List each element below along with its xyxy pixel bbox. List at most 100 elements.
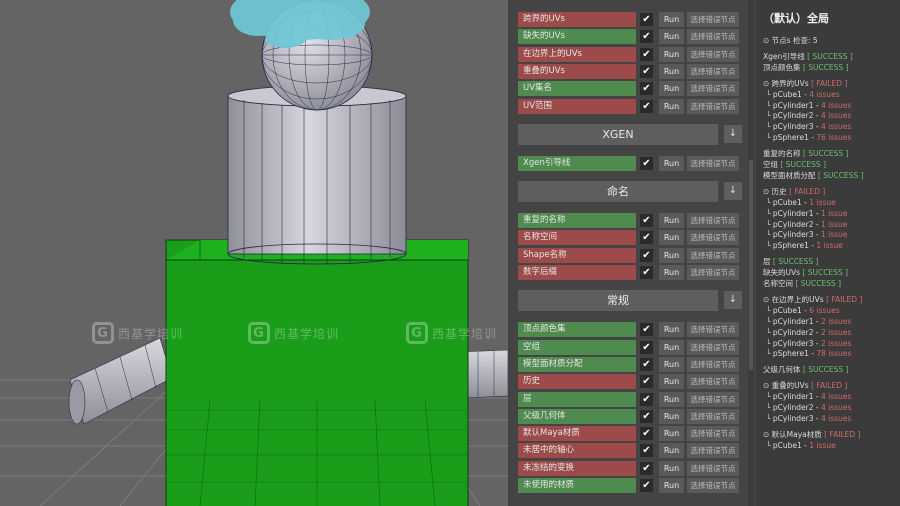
check-checkbox[interactable]: ✔: [640, 156, 653, 170]
run-button[interactable]: Run: [659, 230, 684, 246]
run-button[interactable]: Run: [659, 63, 684, 79]
select-error-nodes-button[interactable]: 选择错误节点: [687, 460, 739, 476]
maya-viewport[interactable]: G 西基学培训 G 西基学培训 G 西基学培训: [0, 0, 508, 506]
run-button[interactable]: Run: [659, 426, 684, 442]
run-button[interactable]: Run: [659, 29, 684, 45]
check-label: 在边界上的UVs: [518, 46, 636, 62]
result-text: 空组: [763, 160, 781, 169]
check-checkbox[interactable]: ✔: [640, 214, 653, 228]
check-checkbox[interactable]: ✔: [640, 340, 653, 354]
check-checkbox[interactable]: ✔: [640, 99, 653, 113]
collapse-arrow-icon[interactable]: ↓: [724, 291, 742, 310]
check-checkbox[interactable]: ✔: [640, 231, 653, 245]
run-button[interactable]: Run: [659, 46, 684, 62]
section-header[interactable]: XGEN: [518, 123, 718, 145]
select-error-nodes-button[interactable]: 选择错误节点: [687, 213, 739, 229]
section-header[interactable]: 命名: [518, 181, 718, 203]
section-header[interactable]: 常规: [518, 290, 718, 312]
select-error-nodes-button[interactable]: 选择错误节点: [687, 98, 739, 114]
result-text: 模型面材质分配: [763, 170, 818, 180]
check-checkbox[interactable]: ✔: [640, 248, 653, 262]
check-checkbox[interactable]: ✔: [640, 392, 653, 406]
select-error-nodes-button[interactable]: 选择错误节点: [687, 391, 739, 407]
run-button[interactable]: Run: [659, 155, 684, 171]
select-error-nodes-button[interactable]: 选择错误节点: [687, 81, 739, 97]
check-checkbox[interactable]: ✔: [640, 266, 653, 279]
check-checkbox[interactable]: ✔: [640, 427, 653, 441]
run-button[interactable]: Run: [659, 478, 684, 493]
result-issue-line: └ pCylinder1 - 4 issues: [766, 101, 851, 111]
select-error-nodes-button[interactable]: 选择错误节点: [687, 12, 739, 27]
select-error-nodes-button[interactable]: 选择错误节点: [687, 230, 739, 246]
check-checkbox[interactable]: ✔: [640, 461, 653, 475]
run-button[interactable]: Run: [659, 247, 684, 263]
check-checkbox[interactable]: ✔: [640, 82, 653, 96]
run-button[interactable]: Run: [659, 356, 684, 372]
run-button[interactable]: Run: [659, 374, 684, 390]
result-text: 顶点颜色集: [763, 62, 803, 72]
left-arm-cylinder: [68, 337, 173, 425]
check-label: 数字后缀: [518, 265, 636, 280]
run-button[interactable]: Run: [659, 265, 684, 280]
run-button[interactable]: Run: [659, 460, 684, 476]
check-checkbox[interactable]: ✔: [640, 64, 653, 78]
check-row: 模型面材质分配 ✔ Run 选择错误节点: [518, 356, 746, 372]
select-error-nodes-button[interactable]: 选择错误节点: [687, 408, 739, 424]
run-button[interactable]: Run: [659, 408, 684, 424]
check-row: 空组 ✔ Run 选择错误节点: [518, 339, 746, 355]
check-checkbox[interactable]: ✔: [640, 357, 653, 371]
select-error-nodes-button[interactable]: 选择错误节点: [687, 63, 739, 79]
check-checkbox[interactable]: ✔: [640, 409, 653, 423]
check-label: UV范围: [518, 98, 636, 114]
check-label: 未使用的材质: [518, 478, 636, 493]
select-error-nodes-button[interactable]: 选择错误节点: [687, 265, 739, 280]
result-line: ⊙ 跨界的UVs [ FAILED ]: [763, 79, 847, 89]
status-failed: [ FAILED ]: [811, 381, 848, 391]
run-button[interactable]: Run: [659, 443, 684, 459]
run-button[interactable]: Run: [659, 12, 684, 27]
check-checkbox[interactable]: ✔: [640, 479, 653, 492]
select-error-nodes-button[interactable]: 选择错误节点: [687, 339, 739, 355]
run-button[interactable]: Run: [659, 81, 684, 97]
result-issue-line: └ pSphere1 - 76 issues: [766, 133, 851, 143]
panel-scrollbar[interactable]: [748, 0, 754, 506]
select-error-nodes-button[interactable]: 选择错误节点: [687, 29, 739, 45]
collapse-arrow-icon[interactable]: ↓: [724, 182, 742, 201]
check-row: 未冻结的变换 ✔ Run 选择错误节点: [518, 460, 746, 476]
result-line: 重复的名称 [ SUCCESS ]: [763, 149, 849, 159]
select-error-nodes-button[interactable]: 选择错误节点: [687, 247, 739, 263]
run-button[interactable]: Run: [659, 391, 684, 407]
scene-canvas[interactable]: [0, 0, 508, 506]
check-checkbox[interactable]: ✔: [640, 375, 653, 389]
result-issue-line: └ pCylinder2 - 4 issues: [766, 403, 851, 413]
select-error-nodes-button[interactable]: 选择错误节点: [687, 426, 739, 442]
result-text: ⊙ 重叠的UVs: [763, 381, 812, 391]
run-button[interactable]: Run: [659, 98, 684, 114]
collapse-arrow-icon[interactable]: ↓: [724, 124, 742, 143]
issue-count: 1 issue: [809, 440, 836, 450]
run-button[interactable]: Run: [659, 213, 684, 229]
run-button[interactable]: Run: [659, 322, 684, 338]
select-error-nodes-button[interactable]: 选择错误节点: [687, 443, 739, 459]
panel-scrollbar-thumb[interactable]: [749, 160, 753, 370]
result-issue-line: └ pCylinder3 - 4 issues: [766, 122, 851, 132]
select-error-nodes-button[interactable]: 选择错误节点: [687, 356, 739, 372]
model-check-panel: 跨界的UVs ✔ Run 选择错误节点 缺失的UVs ✔ Run 选择错误节点 在边界上的UVs…: [508, 0, 756, 506]
run-button[interactable]: Run: [659, 339, 684, 355]
select-error-nodes-button[interactable]: 选择错误节点: [687, 155, 739, 171]
issue-count: 4 issues: [820, 100, 852, 110]
check-label: Xgen引导线: [518, 155, 636, 171]
check-checkbox[interactable]: ✔: [640, 13, 653, 26]
select-error-nodes-button[interactable]: 选择错误节点: [687, 46, 739, 62]
result-text: └ pSphere1 -: [766, 133, 817, 143]
check-checkbox[interactable]: ✔: [640, 30, 653, 44]
check-checkbox[interactable]: ✔: [640, 323, 653, 337]
check-checkbox[interactable]: ✔: [640, 444, 653, 458]
check-checkbox[interactable]: ✔: [640, 47, 653, 61]
watermark: G 西基学培训: [92, 322, 183, 344]
check-row: 名称空间 ✔ Run 选择错误节点: [518, 230, 746, 246]
issue-count: 6 issues: [809, 305, 840, 315]
select-error-nodes-button[interactable]: 选择错误节点: [687, 374, 739, 390]
select-error-nodes-button[interactable]: 选择错误节点: [687, 478, 739, 493]
select-error-nodes-button[interactable]: 选择错误节点: [687, 322, 739, 338]
